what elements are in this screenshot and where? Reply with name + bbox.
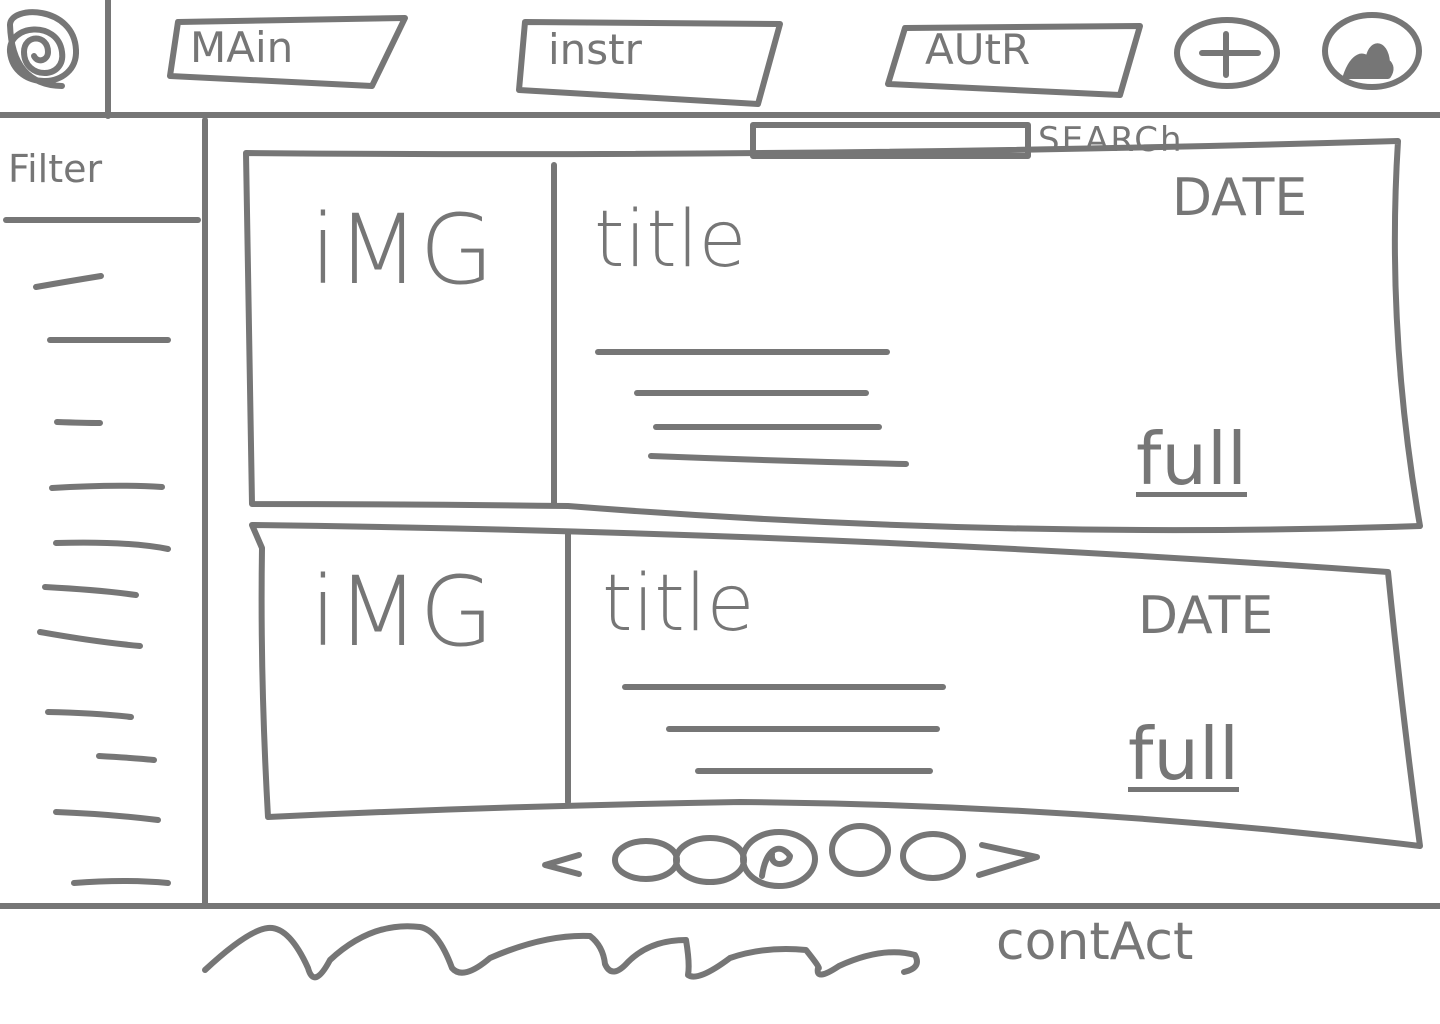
card-1-date: DATE [1172, 168, 1308, 228]
pagination-next-button[interactable] [973, 838, 1043, 880]
pagination-prev-button[interactable] [538, 840, 584, 880]
logo-button[interactable] [0, 0, 106, 113]
tab-auth[interactable]: AUtR [925, 29, 1030, 71]
card-2-full-link[interactable]: full [1128, 718, 1239, 790]
pagination-page-4-button[interactable] [831, 824, 893, 876]
pagination-page-5-button[interactable] [900, 832, 964, 880]
filter-list[interactable] [24, 265, 184, 890]
card-2-image-placeholder: iMG [310, 556, 494, 668]
tab-main[interactable]: MAin [190, 27, 293, 69]
wireframe-page: MAin instr AUtR Filter SEARCh iMG title … [0, 0, 1440, 1024]
footer-squiggle [202, 923, 920, 981]
profile-button[interactable] [1324, 15, 1422, 89]
card-1-image-placeholder: iMG [310, 194, 494, 306]
footer-contact-link[interactable]: contAct [996, 916, 1193, 968]
add-button[interactable] [1176, 18, 1279, 88]
card-1-full-link[interactable]: full [1136, 423, 1247, 495]
filter-title: Filter [8, 147, 103, 191]
tab-instr[interactable]: instr [548, 29, 642, 71]
pagination-page-2-button[interactable] [674, 836, 746, 884]
card-1-title: title [594, 195, 747, 285]
pagination-active-page-button[interactable] [742, 830, 818, 888]
pagination-page-1-button[interactable] [612, 838, 678, 882]
card-2-date: DATE [1138, 586, 1274, 646]
card-2-title: title [602, 559, 755, 649]
